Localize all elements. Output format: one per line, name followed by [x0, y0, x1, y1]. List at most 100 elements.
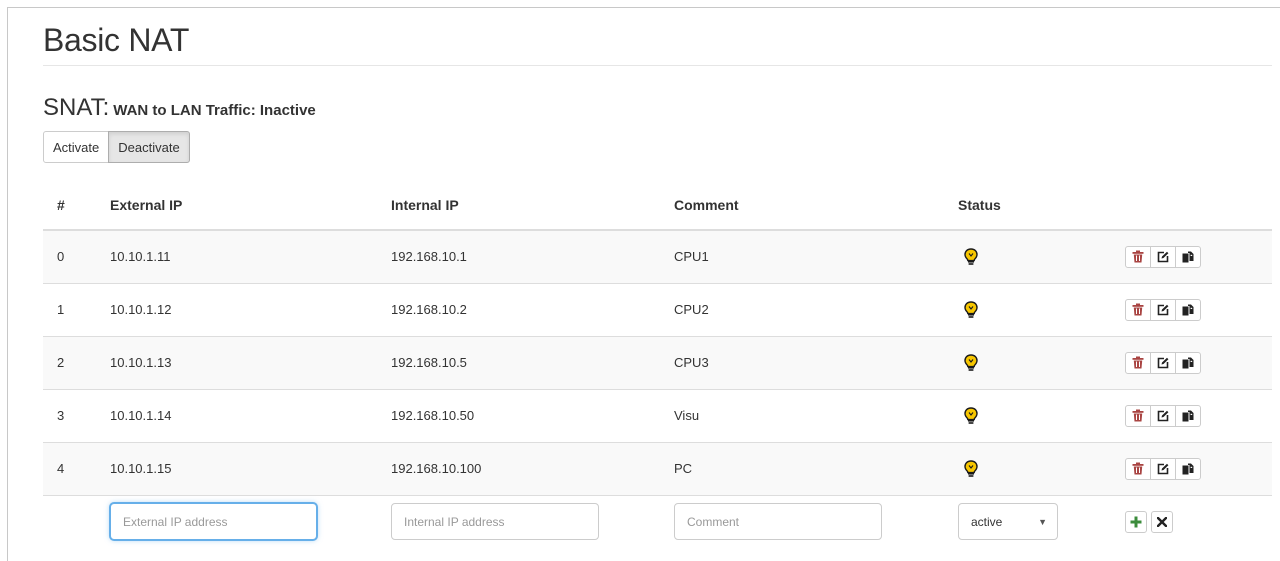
section-heading: SNAT: WAN to LAN Traffic: Inactive [43, 94, 316, 122]
edit-button[interactable] [1150, 457, 1176, 480]
row-status[interactable] [958, 229, 1128, 283]
plus-icon [1130, 516, 1142, 528]
copy-button[interactable] [1175, 457, 1201, 480]
header-external-ip: External IP [110, 180, 391, 231]
internal-ip-input[interactable] [391, 503, 599, 541]
row-comment: Visu [674, 388, 958, 442]
delete-button[interactable] [1125, 298, 1151, 321]
lightbulb-icon [964, 406, 978, 424]
row-index: 1 [43, 282, 110, 336]
row-internal-ip: 192.168.10.5 [391, 335, 674, 389]
new-entry-actions [1125, 510, 1173, 533]
new-entry-index-cell [43, 494, 110, 548]
edit-icon [1157, 410, 1169, 421]
edit-button[interactable] [1150, 404, 1176, 427]
activate-button[interactable]: Activate [43, 131, 110, 163]
trash-icon [1132, 250, 1144, 263]
new-entry-row: active ▼ [43, 494, 1272, 548]
edit-icon [1157, 357, 1169, 368]
copy-button[interactable] [1175, 351, 1201, 374]
row-external-ip: 10.10.1.12 [110, 282, 391, 336]
copy-icon [1182, 463, 1194, 474]
row-comment: CPU1 [674, 229, 958, 283]
row-status[interactable] [958, 388, 1128, 442]
header-internal-ip: Internal IP [391, 180, 674, 231]
row-actions [1125, 282, 1272, 336]
status-select-value: active [971, 514, 1003, 529]
new-entry-actions-cell [1125, 494, 1272, 548]
delete-button[interactable] [1125, 351, 1151, 374]
table-row: 1 10.10.1.12 192.168.10.2 CPU2 [43, 282, 1272, 336]
row-status[interactable] [958, 441, 1128, 495]
status-select[interactable]: active ▼ [958, 503, 1058, 541]
edit-button[interactable] [1150, 298, 1176, 321]
row-index: 4 [43, 441, 110, 495]
row-actions [1125, 441, 1272, 495]
edit-button[interactable] [1150, 245, 1176, 268]
row-internal-ip: 192.168.10.100 [391, 441, 674, 495]
activation-button-group: Activate Deactivate [43, 131, 190, 163]
nat-table: # External IP Internal IP Comment Status… [43, 180, 1272, 548]
row-status[interactable] [958, 335, 1128, 389]
page-title: Basic NAT [43, 22, 190, 58]
table-row: 4 10.10.1.15 192.168.10.100 PC [43, 441, 1272, 495]
section-heading-label: SNAT: [43, 94, 110, 121]
row-action-group [1125, 404, 1201, 427]
row-index: 0 [43, 229, 110, 283]
section-status-text: WAN to LAN Traffic: Inactive [113, 102, 316, 119]
new-entry-external-cell [110, 494, 391, 548]
row-internal-ip: 192.168.10.1 [391, 229, 674, 283]
row-action-group [1125, 457, 1201, 480]
row-action-group [1125, 298, 1201, 321]
deactivate-button[interactable]: Deactivate [108, 131, 190, 163]
row-external-ip: 10.10.1.11 [110, 229, 391, 283]
new-entry-status-cell: active ▼ [958, 494, 1128, 548]
lightbulb-icon [964, 353, 978, 371]
row-actions [1125, 229, 1272, 283]
edit-icon [1157, 251, 1169, 263]
copy-icon [1182, 251, 1194, 263]
row-internal-ip: 192.168.10.2 [391, 282, 674, 336]
table-row: 2 10.10.1.13 192.168.10.5 CPU3 [43, 335, 1272, 389]
trash-icon [1132, 303, 1144, 316]
row-index: 3 [43, 388, 110, 442]
header-comment: Comment [674, 180, 958, 231]
row-internal-ip: 192.168.10.50 [391, 388, 674, 442]
copy-button[interactable] [1175, 245, 1201, 268]
row-index: 2 [43, 335, 110, 389]
table-row: 3 10.10.1.14 192.168.10.50 Visu [43, 388, 1272, 442]
delete-button[interactable] [1125, 457, 1151, 480]
edit-button[interactable] [1150, 351, 1176, 374]
table-row: 0 10.10.1.11 192.168.10.1 CPU1 [43, 229, 1272, 283]
row-actions [1125, 388, 1272, 442]
title-divider [43, 65, 1272, 66]
copy-button[interactable] [1175, 298, 1201, 321]
delete-button[interactable] [1125, 404, 1151, 427]
clear-entry-button[interactable] [1151, 510, 1173, 533]
edit-icon [1157, 463, 1169, 474]
add-entry-button[interactable] [1125, 510, 1147, 533]
copy-icon [1182, 304, 1194, 315]
copy-icon [1182, 357, 1194, 368]
row-action-group [1125, 245, 1201, 268]
row-comment: CPU2 [674, 282, 958, 336]
close-icon [1157, 516, 1167, 527]
edit-icon [1157, 304, 1169, 315]
row-status[interactable] [958, 282, 1128, 336]
copy-button[interactable] [1175, 404, 1201, 427]
header-actions [1128, 180, 1272, 231]
comment-input[interactable] [674, 503, 882, 541]
copy-icon [1182, 410, 1194, 421]
row-external-ip: 10.10.1.15 [110, 441, 391, 495]
trash-icon [1132, 462, 1144, 475]
header-index: # [43, 180, 110, 231]
delete-button[interactable] [1125, 245, 1151, 268]
lightbulb-icon [964, 300, 978, 318]
row-action-group [1125, 351, 1201, 374]
lightbulb-icon [964, 459, 978, 477]
trash-icon [1132, 409, 1144, 422]
new-entry-comment-cell [674, 494, 958, 548]
external-ip-input[interactable] [110, 503, 317, 541]
row-external-ip: 10.10.1.13 [110, 335, 391, 389]
lightbulb-icon [964, 248, 978, 265]
